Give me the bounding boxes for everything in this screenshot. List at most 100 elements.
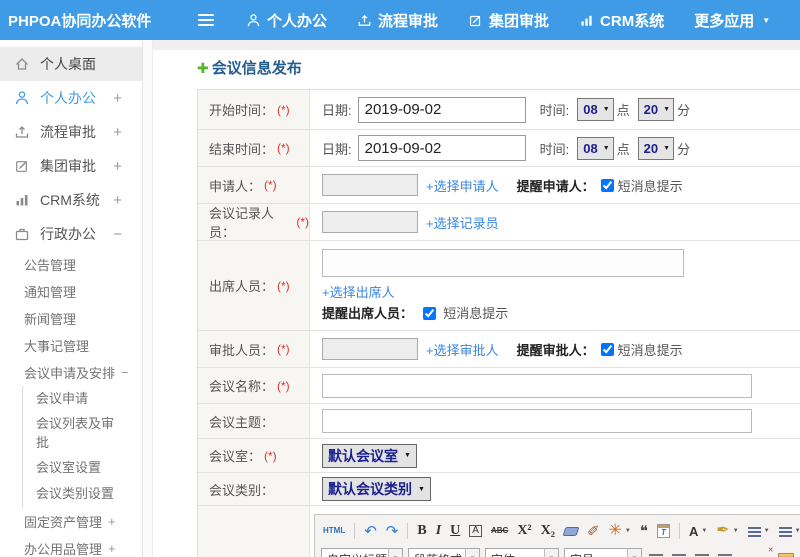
- autoformat-icon[interactable]: ✳ ▼: [607, 521, 633, 541]
- html-source-icon[interactable]: HTML: [321, 521, 347, 541]
- sidebar-item-crm[interactable]: CRM系统 +: [0, 183, 142, 217]
- end-minute-select[interactable]: 20 ▼: [637, 136, 675, 160]
- chart-icon: [579, 13, 594, 28]
- font-size-select[interactable]: 字号▼: [564, 548, 642, 557]
- choose-applicant-link[interactable]: +选择申请人: [426, 176, 499, 195]
- chart-icon: [14, 192, 31, 208]
- sms-remind-checkbox[interactable]: [600, 178, 614, 192]
- form-row-meeting-name: 会议名称： (*): [198, 368, 800, 404]
- sidebar-item-workflow-approval[interactable]: 流程审批 +: [0, 115, 142, 149]
- sidebar-item-news-mgmt[interactable]: 新闻管理: [0, 305, 142, 332]
- image-icon[interactable]: [776, 549, 796, 557]
- hour-unit-label: 点: [616, 141, 630, 157]
- recorder-input[interactable]: [322, 211, 418, 233]
- sidebar-item-admin-office[interactable]: 行政办公 −: [0, 217, 142, 251]
- choose-recorder-link[interactable]: +选择记录员: [426, 213, 499, 232]
- redo-icon[interactable]: ↷: [384, 521, 401, 541]
- field-label: 会议主题：: [198, 404, 310, 438]
- chevron-down-icon: ▼: [602, 144, 610, 152]
- superscript-icon[interactable]: X²: [515, 521, 533, 541]
- unordered-list-icon[interactable]: ▼: [777, 521, 800, 541]
- home-icon: [14, 56, 31, 72]
- meeting-room-select[interactable]: 默认会议室 ▼: [322, 443, 417, 468]
- end-hour-select[interactable]: 08 ▼: [577, 136, 614, 160]
- format-brush-icon[interactable]: ✐: [585, 521, 602, 541]
- expand-plus-icon[interactable]: +: [113, 192, 122, 209]
- justify-icon[interactable]: [716, 549, 734, 557]
- choose-attendees-link[interactable]: +选择出席人: [322, 285, 395, 300]
- sidebar-item-meeting-room-setup[interactable]: 会议室设置: [36, 456, 142, 482]
- sidebar-item-desktop[interactable]: 个人桌面: [0, 47, 142, 81]
- sidebar-item-meeting-request[interactable]: 会议申请及安排 −: [0, 359, 142, 386]
- sidebar-item-label: 个人桌面: [40, 56, 96, 72]
- align-center-icon[interactable]: [670, 549, 688, 557]
- applicant-input[interactable]: [322, 174, 418, 196]
- remind-label: 提醒出席人员：: [322, 306, 414, 321]
- paste-text-icon[interactable]: [655, 521, 672, 541]
- unlink-icon[interactable]: ∞: [757, 546, 774, 557]
- chevron-down-icon: ▼: [388, 549, 402, 557]
- attendees-textarea[interactable]: [322, 249, 684, 277]
- font-color-icon[interactable]: A ▼: [687, 521, 709, 541]
- sidebar-item-office-supplies[interactable]: 办公用品管理 +: [0, 535, 142, 557]
- expand-plus-icon[interactable]: +: [113, 90, 122, 107]
- sms-remind-checkbox[interactable]: [422, 307, 436, 320]
- expand-plus-icon[interactable]: +: [108, 514, 116, 529]
- sidebar-item-fixed-assets[interactable]: 固定资产管理 +: [0, 508, 142, 535]
- sidebar-item-meeting-category-setup[interactable]: 会议类别设置: [36, 482, 142, 508]
- end-date-input[interactable]: [357, 135, 526, 161]
- ordered-list-icon[interactable]: ▼: [746, 521, 772, 541]
- start-date-input[interactable]: [357, 96, 526, 123]
- nav-crm-system[interactable]: CRM系统: [579, 10, 664, 31]
- start-hour-select[interactable]: 08 ▼: [577, 98, 614, 121]
- menu-toggle-icon[interactable]: [198, 11, 214, 29]
- field-label: 会议室： (*): [198, 439, 310, 472]
- undo-icon[interactable]: ↶: [362, 521, 379, 541]
- sidebar-item-notice-mgmt[interactable]: 通知管理: [0, 278, 142, 305]
- meeting-submenu: 会议申请 会议列表及审批 会议室设置 会议类别设置: [22, 386, 142, 508]
- blockquote-icon[interactable]: ❝: [638, 521, 650, 541]
- highlight-icon[interactable]: ✒ ▼: [714, 521, 740, 541]
- user-icon: [246, 13, 261, 28]
- sidebar-item-meeting-list-approval[interactable]: 会议列表及审批: [36, 412, 142, 456]
- sidebar-item-label: 会议申请及安排: [24, 366, 116, 381]
- align-left-icon[interactable]: [647, 549, 665, 557]
- custom-title-select[interactable]: 自定义标题▼: [321, 548, 403, 557]
- expand-plus-icon[interactable]: +: [113, 158, 122, 175]
- choose-approver-link[interactable]: +选择审批人: [426, 340, 499, 359]
- meeting-category-select[interactable]: 默认会议类别 ▼: [322, 477, 431, 501]
- italic-icon[interactable]: I: [434, 521, 443, 541]
- top-nav: 个人办公 流程审批 集团审批 CRM系统 更多应用 ▼: [246, 10, 770, 31]
- meeting-name-input[interactable]: [322, 373, 752, 398]
- format-a-icon[interactable]: A: [467, 521, 484, 541]
- sidebar-divider: [143, 40, 153, 557]
- sidebar-item-personal-office[interactable]: 个人办公 +: [0, 81, 142, 115]
- bold-icon[interactable]: B: [415, 521, 428, 541]
- nav-more-apps[interactable]: 更多应用 ▼: [694, 10, 770, 31]
- nav-personal-office[interactable]: 个人办公: [246, 10, 327, 31]
- expand-plus-icon[interactable]: +: [113, 124, 122, 141]
- subscript-icon[interactable]: X₂: [539, 521, 557, 541]
- link-icon[interactable]: ∞: [739, 549, 752, 557]
- nav-group-approval[interactable]: 集团审批: [468, 10, 549, 31]
- sms-remind-checkbox[interactable]: [600, 342, 614, 356]
- paragraph-format-select[interactable]: 段落格式▼: [408, 548, 480, 557]
- expand-plus-icon[interactable]: +: [108, 541, 116, 556]
- sidebar-item-group-approval[interactable]: 集团审批 +: [0, 149, 142, 183]
- collapse-minus-icon[interactable]: −: [113, 226, 122, 243]
- nav-workflow-approval[interactable]: 流程审批: [357, 10, 438, 31]
- sidebar-item-memorabilia-mgmt[interactable]: 大事记管理: [0, 332, 142, 359]
- sidebar-item-announcement-mgmt[interactable]: 公告管理: [0, 251, 142, 278]
- meeting-subject-input[interactable]: [322, 409, 752, 433]
- start-minute-select[interactable]: 20 ▼: [637, 98, 675, 121]
- underline-icon[interactable]: U: [448, 521, 462, 541]
- chevron-down-icon: ▼: [762, 15, 771, 25]
- approver-input[interactable]: [322, 338, 418, 360]
- page-title-row: ✚ 会议信息发布: [197, 57, 800, 78]
- font-family-select[interactable]: 字体▼: [485, 548, 559, 557]
- eraser-icon[interactable]: [562, 521, 580, 541]
- strikethrough-icon[interactable]: ABC: [489, 521, 510, 541]
- collapse-minus-icon[interactable]: −: [121, 365, 129, 380]
- sidebar-item-meeting-apply[interactable]: 会议申请: [36, 386, 142, 412]
- align-right-icon[interactable]: [693, 549, 711, 557]
